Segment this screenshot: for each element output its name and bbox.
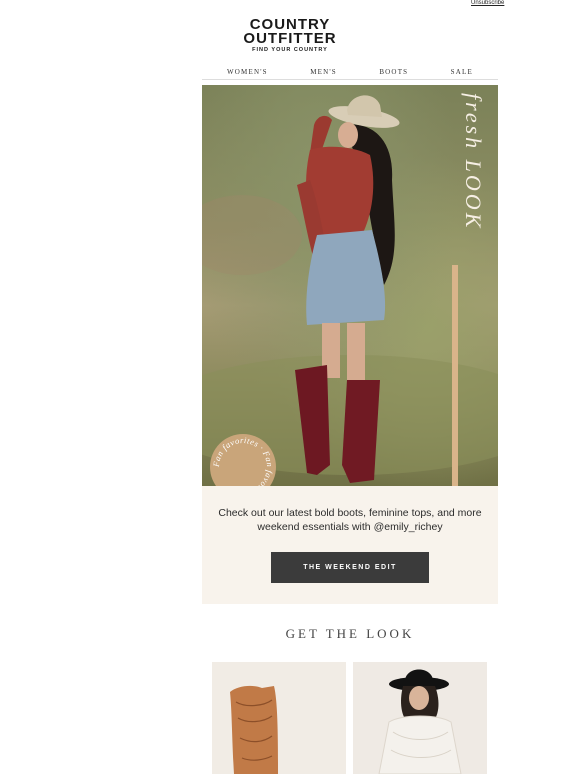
weekend-edit-button[interactable]: THE WEEKEND EDIT bbox=[271, 552, 429, 583]
model-top-image bbox=[378, 669, 462, 774]
accent-stripe bbox=[452, 265, 458, 486]
nav-item-womens[interactable]: WOMEN'S bbox=[227, 68, 268, 79]
hero-overlay-text: fresh LOOK bbox=[461, 93, 486, 231]
brand-logo[interactable]: COUNTRY OUTFITTER FIND YOUR COUNTRY bbox=[0, 17, 580, 53]
section-title: GET THE LOOK bbox=[285, 626, 415, 641]
boot-image bbox=[230, 685, 278, 774]
logo-line2: OUTFITTER bbox=[243, 30, 337, 47]
main-nav: WOMEN'S MEN'S BOOTS SALE bbox=[202, 68, 498, 80]
nav-item-mens[interactable]: MEN'S bbox=[310, 68, 337, 79]
logo-tagline: FIND YOUR COUNTRY bbox=[252, 47, 328, 53]
product-card-boot[interactable] bbox=[212, 662, 346, 774]
promo-text: Check out our latest bold boots, feminin… bbox=[218, 507, 482, 533]
nav-item-sale[interactable]: SALE bbox=[451, 68, 473, 79]
nav-item-boots[interactable]: BOOTS bbox=[379, 68, 408, 79]
hero-image[interactable]: fresh LOOK bbox=[202, 85, 498, 486]
unsubscribe-link[interactable]: Unsubscribe bbox=[471, 0, 504, 6]
promo-section: Check out our latest bold boots, feminin… bbox=[202, 486, 498, 604]
product-card-top[interactable] bbox=[353, 662, 487, 774]
